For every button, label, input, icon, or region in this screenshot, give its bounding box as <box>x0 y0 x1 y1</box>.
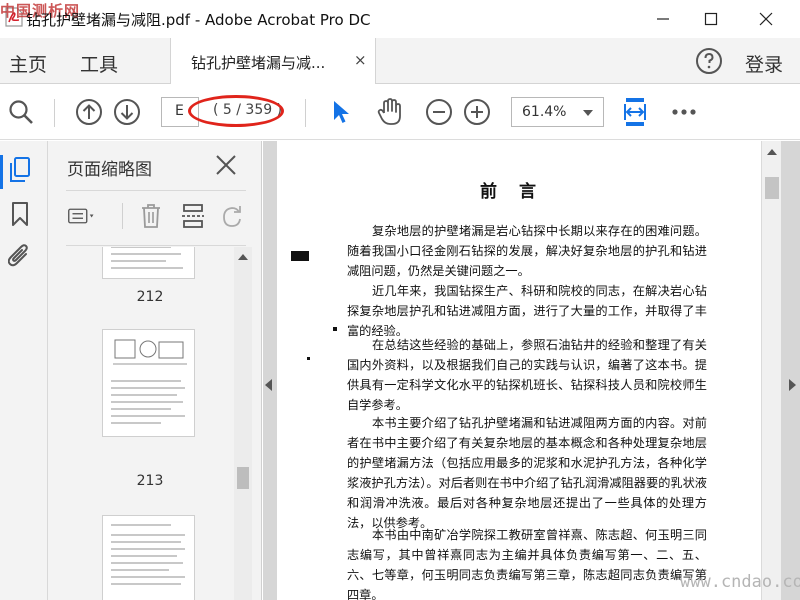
select-tool-button[interactable] <box>326 97 356 127</box>
help-icon[interactable] <box>695 47 723 75</box>
panel-divider <box>66 190 246 191</box>
thumbnails-panel: 页面缩略图 212 213 <box>48 141 262 600</box>
scrollbar-thumb[interactable] <box>765 177 779 199</box>
watermark-bottom: www.cndao.com <box>680 572 800 592</box>
maximize-button[interactable] <box>688 0 734 38</box>
insert-page-icon <box>182 204 204 228</box>
panel-title: 页面缩略图 <box>67 160 152 180</box>
close-window-button[interactable] <box>743 0 789 38</box>
tools-menu[interactable]: 工具 <box>80 50 118 77</box>
thumbnail-page-label: 213 <box>136 473 164 489</box>
chevron-down-icon[interactable] <box>583 110 593 116</box>
annotation-ellipse <box>188 95 284 127</box>
thumbnail-scrollbar[interactable] <box>234 247 252 600</box>
scan-speck <box>291 251 309 261</box>
attachments-button[interactable] <box>6 241 34 271</box>
attachments-icon <box>8 244 28 267</box>
fit-width-button[interactable] <box>620 97 650 127</box>
collapse-left-panel-icon[interactable] <box>265 379 272 391</box>
paragraph: 近几年来，我国钻探生产、科研和院校的同志，在解决岩心钻探复杂地层护孔和钻进减阻方… <box>347 284 707 338</box>
thumbnail-figure <box>113 339 187 365</box>
paragraph: 本书由中南矿冶学院探工教研室曾祥熹、陈志超、何玉明三同志编写，其中曾祥熹同志为主… <box>347 528 707 600</box>
scroll-up-icon[interactable] <box>238 254 248 260</box>
toolbar-divider <box>122 203 123 229</box>
navigation-rail <box>0 141 48 600</box>
page-thumbnail[interactable] <box>102 515 195 600</box>
paragraph: 本书主要介绍了钻孔护壁堵漏和钻进减阻两方面的内容。对前者在书中主要介绍了有关复杂… <box>347 416 707 530</box>
delete-page-icon <box>142 204 160 228</box>
document-tab-label: 钻孔护壁堵漏与减... <box>191 54 326 72</box>
minimize-button[interactable] <box>640 0 686 38</box>
thumbnail-list: 212 213 <box>66 247 234 600</box>
home-menu[interactable]: 主页 <box>9 50 47 77</box>
select-cursor-icon <box>334 101 349 123</box>
delete-page-button[interactable] <box>136 201 166 231</box>
page-thumbnails-icon <box>10 157 30 182</box>
scan-speck <box>333 327 337 331</box>
thumbnail-page-label: 212 <box>136 289 164 305</box>
thumbnail-options-button[interactable] <box>68 201 98 231</box>
zoom-out-button[interactable] <box>424 97 454 127</box>
active-indicator <box>0 155 3 189</box>
previous-page-button[interactable] <box>74 97 104 127</box>
bookmarks-icon <box>12 202 28 226</box>
document-view: 前言 复杂地层的护壁堵漏是岩心钻探中长期以来存在的困难问题。随着我国小口径金刚石… <box>263 141 800 600</box>
paragraph: 在总结这些经验的基础上，参照石油钻井的经验和整理了有关国内外资料，以及根据我们自… <box>347 338 707 412</box>
next-page-button[interactable] <box>112 97 142 127</box>
document-page: 前言 复杂地层的护壁堵漏是岩心钻探中长期以来存在的困难问题。随着我国小口径金刚石… <box>277 141 761 600</box>
hand-tool-button[interactable] <box>375 97 405 127</box>
document-heading: 前言 <box>480 182 558 202</box>
rotate-page-button[interactable] <box>218 201 248 231</box>
zoom-in-icon <box>464 99 490 125</box>
search-icon <box>9 100 33 124</box>
maximize-icon <box>704 12 718 26</box>
panel-toolbar <box>66 199 256 235</box>
insert-page-button[interactable] <box>178 201 208 231</box>
tab-close-button[interactable]: × <box>354 51 367 69</box>
hand-icon <box>377 98 401 125</box>
thumbnail-options-icon <box>68 208 94 224</box>
fit-width-icon <box>624 98 646 126</box>
scan-speck <box>307 357 310 360</box>
zoom-in-button[interactable] <box>462 97 492 127</box>
document-scrollbar[interactable] <box>761 141 781 600</box>
window-title: 钻孔护壁堵漏与减阻.pdf - Adobe Acrobat Pro DC <box>26 11 371 29</box>
toolbar-divider <box>305 99 306 127</box>
rotate-page-icon <box>223 206 241 227</box>
zoom-out-icon <box>426 99 452 125</box>
search-button[interactable] <box>6 97 36 127</box>
scroll-up-icon[interactable] <box>767 149 777 155</box>
scrollbar-thumb[interactable] <box>237 467 249 489</box>
login-link[interactable]: 登录 <box>745 50 783 77</box>
main-toolbar: E ( 5 / 359 ) 61.4% <box>0 85 800 140</box>
panel-divider <box>66 245 246 246</box>
next-page-icon <box>114 99 140 125</box>
more-icon <box>672 109 696 115</box>
previous-page-icon <box>76 99 102 125</box>
toolbar-divider <box>54 99 55 127</box>
tab-bar: 主页 工具 钻孔护壁堵漏与减... × 登录 <box>0 38 800 84</box>
collapse-right-panel-icon[interactable] <box>789 379 796 391</box>
close-icon <box>759 12 773 26</box>
paragraph: 复杂地层的护壁堵漏是岩心钻探中长期以来存在的困难问题。随着我国小口径金刚石钻探的… <box>347 224 707 278</box>
title-bar: 中国测析网 钻孔护壁堵漏与减阻.pdf - Adobe Acrobat Pro … <box>0 0 800 38</box>
more-tools-button[interactable] <box>669 97 699 127</box>
close-panel-icon[interactable] <box>214 153 238 177</box>
minimize-icon <box>657 18 669 20</box>
bookmarks-button[interactable] <box>6 199 34 229</box>
page-thumbnail[interactable] <box>102 329 195 437</box>
document-tab[interactable]: 钻孔护壁堵漏与减... × <box>170 38 376 84</box>
page-thumbnail[interactable] <box>102 247 195 279</box>
page-thumbnails-button[interactable] <box>6 155 34 185</box>
